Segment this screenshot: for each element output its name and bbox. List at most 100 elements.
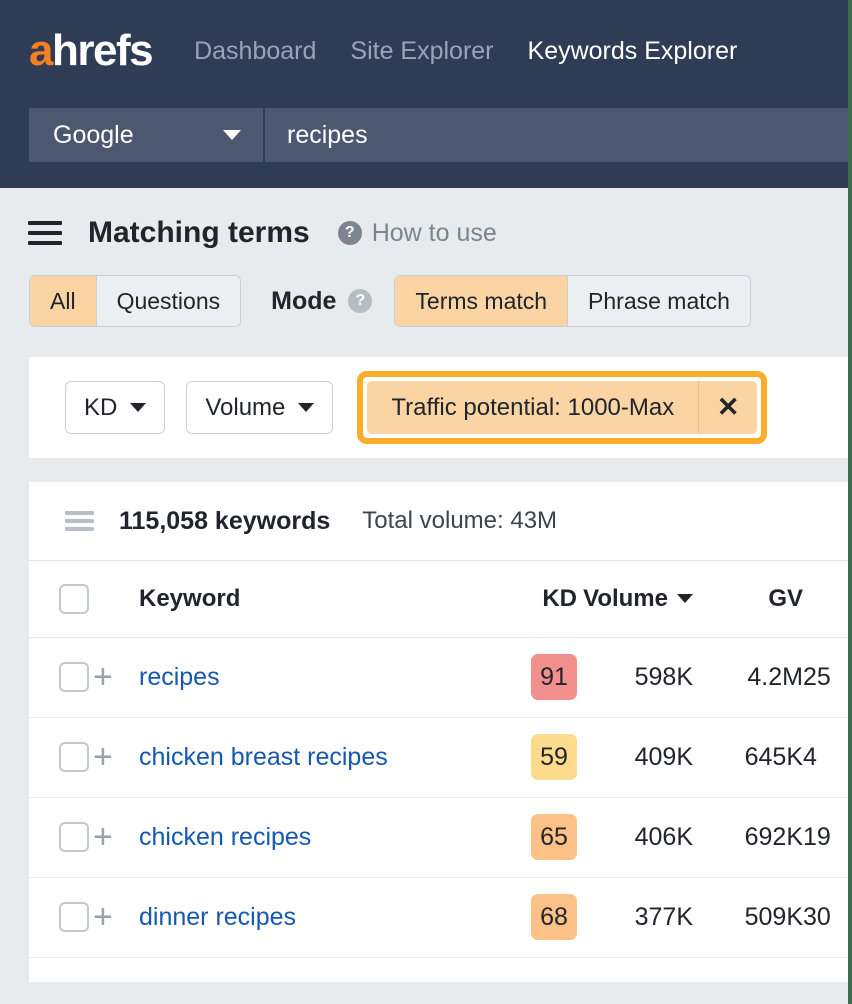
column-header-volume[interactable]: Volume — [577, 561, 693, 637]
table-row[interactable]: + chicken recipes 65 406K 692K 19 — [29, 797, 852, 877]
traffic-potential-highlight-ring: Traffic potential: 1000-Max ✕ — [357, 371, 767, 444]
keyword-link[interactable]: dinner recipes — [139, 903, 296, 931]
row-checkbox[interactable] — [59, 902, 89, 932]
table-body: + recipes 91 598K 4.2M 25 — [29, 637, 852, 957]
keyword-count: 115,058 keywords — [119, 507, 330, 536]
traffic-potential-filter-chip: Traffic potential: 1000-Max ✕ — [367, 381, 757, 434]
traffic-potential-chip-label[interactable]: Traffic potential: 1000-Max — [367, 381, 699, 434]
row-kd-cell: 91 — [499, 637, 577, 717]
mode-tab-group: Terms match Phrase match — [394, 275, 751, 327]
nav-item-keywords-explorer[interactable]: Keywords Explorer — [528, 37, 738, 66]
row-keyword-cell: dinner recipes — [139, 877, 499, 957]
hamburger-bar — [28, 241, 62, 245]
row-volume-cell: 377K — [577, 877, 693, 957]
sort-desc-icon — [677, 594, 693, 603]
hamburger-bar — [28, 221, 62, 225]
row-checkbox[interactable] — [59, 822, 89, 852]
plus-icon[interactable]: + — [93, 738, 113, 776]
how-to-use-link[interactable]: ? How to use — [338, 219, 497, 248]
tab-phrase-match[interactable]: Phrase match — [568, 276, 750, 326]
plus-icon[interactable]: + — [93, 898, 113, 936]
row-checkbox[interactable] — [59, 662, 89, 692]
tabs-row: All Questions Mode ? Terms match Phrase … — [0, 274, 852, 328]
kd-badge: 59 — [531, 734, 577, 780]
mode-question-mark-icon[interactable]: ? — [348, 289, 372, 313]
ahrefs-logo[interactable]: ahrefs — [29, 29, 152, 73]
filter-kd-label: KD — [84, 394, 117, 422]
add-column-header — [93, 561, 139, 637]
tab-questions[interactable]: Questions — [97, 276, 241, 326]
results-card: 115,058 keywords Total volume: 43M — [29, 482, 852, 982]
row-keyword-cell: recipes — [139, 637, 499, 717]
column-header-tp[interactable] — [803, 561, 852, 637]
row-kd-cell: 65 — [499, 797, 577, 877]
column-header-gv[interactable]: GV — [693, 561, 803, 637]
question-mark-icon: ? — [338, 221, 362, 245]
keyword-link[interactable]: recipes — [139, 663, 220, 691]
row-add-cell: + — [93, 717, 139, 797]
chevron-down-icon — [223, 130, 241, 140]
viewport-edge-stripe — [848, 0, 852, 1004]
row-volume-cell: 406K — [577, 797, 693, 877]
plus-icon[interactable]: + — [93, 658, 113, 696]
row-tp-cell: 30 — [803, 877, 852, 957]
logo-accent-letter: a — [29, 26, 52, 75]
list-bar — [65, 511, 94, 515]
search-bar: Google recipes — [29, 108, 852, 162]
table-header: Keyword KD Volume GV — [29, 561, 852, 637]
search-input-value: recipes — [287, 121, 368, 150]
plus-icon[interactable]: + — [93, 818, 113, 856]
hamburger-icon[interactable] — [28, 221, 62, 245]
top-navigation-bar: ahrefs Dashboard Site Explorer Keywords … — [0, 0, 852, 188]
row-select-cell — [29, 637, 93, 717]
filter-kd-button[interactable]: KD — [65, 381, 165, 434]
table-header-row: Keyword KD Volume GV — [29, 561, 852, 637]
row-add-cell: + — [93, 797, 139, 877]
chevron-down-icon — [130, 403, 146, 412]
volume-sort-wrap: Volume — [583, 585, 693, 613]
select-all-checkbox[interactable] — [59, 584, 89, 614]
kd-badge: 65 — [531, 814, 577, 860]
total-volume: Total volume: 43M — [362, 507, 557, 535]
row-tp-cell: 25 — [803, 637, 852, 717]
how-to-use-label: How to use — [372, 219, 497, 248]
table-row[interactable]: + chicken breast recipes 59 409K 645K 4 — [29, 717, 852, 797]
nav-item-dashboard[interactable]: Dashboard — [194, 37, 316, 66]
row-gv-cell: 692K — [693, 797, 803, 877]
tab-all[interactable]: All — [30, 276, 97, 326]
close-icon[interactable]: ✕ — [699, 381, 757, 434]
filter-volume-label: Volume — [205, 394, 285, 422]
row-select-cell — [29, 717, 93, 797]
list-bar — [65, 527, 94, 531]
filter-panel: KD Volume Traffic potential: 1000-Max ✕ — [29, 357, 852, 458]
page-title: Matching terms — [88, 216, 310, 250]
column-header-keyword[interactable]: Keyword — [139, 561, 499, 637]
search-input[interactable]: recipes — [265, 108, 852, 162]
row-select-cell — [29, 797, 93, 877]
filter-volume-button[interactable]: Volume — [186, 381, 333, 434]
table-row[interactable]: + recipes 91 598K 4.2M 25 — [29, 637, 852, 717]
nav-item-site-explorer[interactable]: Site Explorer — [350, 37, 493, 66]
kd-badge: 91 — [531, 654, 577, 700]
keyword-link[interactable]: chicken breast recipes — [139, 743, 388, 771]
row-volume-cell: 598K — [577, 637, 693, 717]
table-row[interactable]: + dinner recipes 68 377K 509K 30 — [29, 877, 852, 957]
search-engine-select[interactable]: Google — [29, 108, 265, 162]
row-volume-cell: 409K — [577, 717, 693, 797]
row-checkbox[interactable] — [59, 742, 89, 772]
logo-rest: hrefs — [52, 26, 152, 75]
keyword-link[interactable]: chicken recipes — [139, 823, 311, 851]
list-bar — [65, 519, 94, 523]
list-options-icon[interactable] — [65, 511, 94, 531]
row-kd-cell: 59 — [499, 717, 577, 797]
tab-terms-match[interactable]: Terms match — [395, 276, 568, 326]
mode-label: Mode — [271, 287, 336, 316]
row-keyword-cell: chicken breast recipes — [139, 717, 499, 797]
column-header-kd[interactable]: KD — [499, 561, 577, 637]
row-kd-cell: 68 — [499, 877, 577, 957]
page-title-row: Matching terms ? How to use — [0, 188, 852, 254]
row-tp-cell: 4 — [803, 717, 852, 797]
row-gv-cell: 509K — [693, 877, 803, 957]
row-add-cell: + — [93, 637, 139, 717]
type-tab-group: All Questions — [29, 275, 241, 327]
